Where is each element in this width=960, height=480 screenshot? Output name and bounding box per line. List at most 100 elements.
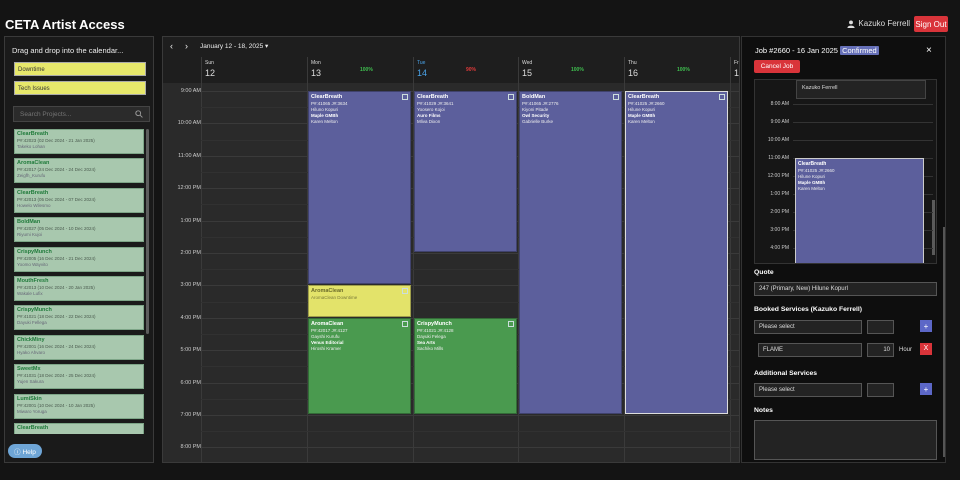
project-card[interactable]: ClearBreath P#:42023 (02 Dec 2024 - 21 Ja… [14, 129, 144, 154]
close-icon[interactable]: × [926, 45, 932, 56]
project-owner: Zeigfh_Kurufu [17, 173, 46, 179]
project-card[interactable]: CrispyMunch P#:42005 (16 Dec 2024 - 21 De… [14, 246, 144, 272]
mini-time-label: 9:00 AM [770, 119, 789, 125]
mini-time-label: 10:00 AM [767, 137, 789, 143]
add-additional-service-button[interactable]: + [920, 383, 932, 395]
calendar-event[interactable]: AromaClean P#:42017 J#:4127 Gayshi Kurufu V… [308, 317, 411, 414]
booked-qty-input[interactable] [867, 320, 894, 334]
project-name: SweetMx [17, 366, 41, 373]
project-card[interactable]: BoldMan P#:42027 (05 Dec 2024 - 10 Dec 20… [14, 217, 144, 243]
hour-line [201, 415, 739, 416]
event-checkbox[interactable] [508, 94, 514, 100]
project-name: LumiSkin [17, 395, 42, 402]
project-dates: P#:42005 (16 Dec 2024 - 21 Dec 2024) [17, 255, 96, 261]
project-card[interactable]: CrispyMunch P#:41021 (18 Dec 2024 - 22 De… [14, 305, 144, 331]
calendar-event[interactable]: BoldMan P#:41065 J#:2776 Kiyoni Pitade Owl … [519, 91, 622, 414]
mini-event[interactable]: ClearBreath P#:41025 J#:2660 Hilune Kopuri… [795, 158, 924, 263]
project-owner: Howelo Wilesmo [17, 202, 51, 208]
day-capacity: 100% [571, 67, 584, 73]
project-card[interactable]: LumiSkin P#:42001 (10 Dec 2024 - 10 Jan 2… [14, 393, 144, 419]
additional-service-select[interactable]: Please select [754, 383, 862, 397]
event-line: Kiyoni Pitade [522, 107, 549, 112]
event-client: Venus Editorial [311, 339, 344, 345]
project-card[interactable]: ClearBreath P#:42013 (05 Dec 2024 - 07 De… [14, 187, 144, 213]
event-checkbox[interactable] [719, 94, 725, 100]
calendar-event[interactable]: ClearBreath P#:41029 J#:3641 Yoosero Kojoi… [414, 91, 517, 252]
event-line: P#:41029 J#:3641 [417, 101, 454, 106]
day-name: Sun [205, 60, 214, 66]
quote-field[interactable]: 247 (Primary, New) Hilune Kopurl [754, 282, 937, 296]
event-contact: Karen Melton [798, 186, 825, 191]
service-name-field[interactable]: FLAME [758, 343, 862, 357]
top-bar: CETA Artist Access Kazuko Ferrell Sign O… [0, 0, 960, 34]
notes-textarea[interactable] [754, 420, 937, 460]
search-projects-input[interactable] [13, 106, 150, 122]
project-dates: P#:42023 (02 Dec 2024 - 21 Jan 2025) [17, 138, 95, 143]
event-contact: Karen Melton [311, 119, 338, 124]
day-name: Wed [522, 60, 533, 66]
project-card[interactable]: SweetMx P#:41031 (18 Dec 2024 - 25 Dec 20… [14, 364, 144, 390]
notes-label: Notes [754, 407, 773, 414]
project-list: ClearBreath P#:42023 (02 Dec 2024 - 21 Ja… [14, 129, 144, 434]
booked-service-select[interactable]: Please select [754, 320, 862, 334]
sign-out-button[interactable]: Sign Out [914, 16, 948, 32]
additional-services-label: Additional Services [754, 370, 818, 377]
drag-hint: Drag and drop into the calendar... [12, 46, 124, 55]
calendar-event[interactable]: ClearBreath P#:41065 J#:3634 Hiluno Kopuri… [308, 91, 411, 285]
job-panel-scrollbar[interactable] [943, 227, 945, 457]
project-card[interactable]: MouthFresh P#:42013 (10 Dec 2024 - 20 Jan… [14, 275, 144, 301]
job-title: Job #2660 - 16 Jan 2025 Confirmed [755, 46, 879, 55]
time-label: 6:00 PM [180, 379, 201, 386]
event-checkbox[interactable] [402, 94, 408, 100]
tech-issues-chip[interactable]: Tech Issues [14, 81, 146, 95]
project-name: ClearBreath [17, 131, 49, 137]
prev-week-icon[interactable]: ‹ [170, 41, 173, 51]
event-checkbox[interactable] [402, 320, 408, 327]
time-label: 10:00 AM [177, 120, 201, 127]
project-owner: Miwaro Yoruga [17, 408, 47, 414]
additional-qty-input[interactable] [867, 383, 894, 397]
project-card[interactable]: ChickMiny P#:42001 (16 Dec 2024 - 24 Dec … [14, 334, 144, 360]
event-line: Gayshi Kurufu [311, 333, 340, 339]
day-name: Fri [734, 60, 740, 66]
cancel-job-button[interactable]: Cancel Job [754, 60, 800, 73]
mini-scrollbar[interactable] [932, 200, 935, 255]
project-owner: Yujen Sakura [17, 379, 44, 385]
day-date: 13 [311, 68, 322, 78]
search-icon [135, 110, 143, 118]
event-title: ClearBreath [417, 94, 449, 100]
day-date: 14 [417, 68, 428, 78]
add-booked-service-button[interactable]: + [920, 320, 932, 332]
project-list-scrollbar[interactable] [146, 129, 149, 334]
downtime-chip[interactable]: Downtime [14, 62, 146, 76]
project-name: ClearBreath [17, 189, 49, 196]
event-contact: Karen Melton [628, 119, 655, 124]
mini-time-label: 8:00 AM [770, 101, 789, 107]
help-button[interactable]: ⓘ Help [8, 444, 42, 458]
next-week-icon[interactable]: › [185, 41, 188, 51]
project-card[interactable]: AromaClean P#:42017 (24 Dec 2024 - 24 Dec… [14, 158, 144, 184]
event-client: Owl Security [522, 113, 550, 118]
calendar-event[interactable]: AromaClean AromaClean Downtime [308, 285, 411, 317]
date-range-select[interactable]: January 12 - 18, 2025 ▾ [200, 42, 268, 50]
event-client: Maple GMBh [628, 113, 656, 118]
project-dates: P#:41031 (18 Dec 2024 - 25 Dec 2024) [17, 373, 96, 379]
day-date: 17 [734, 68, 740, 78]
calendar-event[interactable]: ClearBreath P#:41025 J#:2660 Hilune Kopuri… [625, 91, 728, 414]
project-name: AromaClean [17, 160, 50, 167]
project-name: CrispyMunch [17, 248, 52, 255]
event-checkbox[interactable] [402, 288, 408, 295]
user-name: Kazuko Ferrell [858, 19, 910, 28]
remove-service-button[interactable]: X [920, 343, 932, 355]
project-card[interactable]: ClearBreath [14, 422, 144, 434]
day-capacity: 90% [466, 67, 477, 73]
event-line: P#:42017 J#:4127 [311, 327, 348, 333]
half-hour-line [201, 431, 739, 433]
event-line: Dayuki Felega [417, 333, 446, 339]
event-checkbox[interactable] [508, 320, 514, 327]
service-qty-field[interactable]: 10 [867, 343, 894, 357]
project-name: CrispyMunch [17, 307, 52, 314]
calendar-event[interactable]: CrispyMunch P#:41021 J#:4128 Dayuki Felega… [414, 317, 517, 414]
project-dates: P#:41021 (18 Dec 2024 - 22 Dec 2024) [17, 314, 96, 320]
event-checkbox[interactable] [613, 94, 619, 100]
